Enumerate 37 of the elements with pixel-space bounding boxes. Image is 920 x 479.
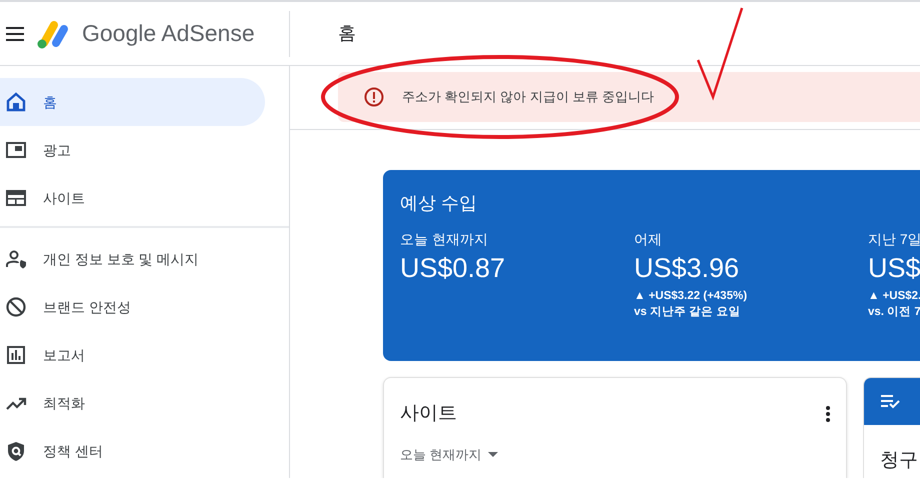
logo-icon — [36, 18, 70, 48]
sidebar-item[interactable]: 정책 센터 — [0, 427, 265, 475]
change-text: ▲ +US$3.22 (+435%) — [634, 288, 748, 304]
product-name: Google AdSense — [82, 19, 255, 48]
metric-label: 오늘 현재까지 — [400, 230, 489, 249]
page-title: 홈 — [338, 22, 356, 45]
person-shield-icon — [5, 248, 27, 270]
sidebar-item[interactable]: 개인 정보 보호 및 메시지 — [0, 235, 265, 283]
bar-chart-icon — [5, 344, 27, 366]
menu-icon[interactable] — [6, 26, 24, 40]
alert-message: 주소가 확인되지 않아 지급이 보류 중입니다 — [402, 88, 654, 106]
comparison-text: vs. 이전 7 — [868, 304, 920, 320]
sidebar-item[interactable]: 사이트 — [0, 174, 265, 222]
metric-value: US$3.96 — [634, 252, 740, 285]
card-title: 사이트 — [400, 402, 457, 426]
metric-label: 어제 — [634, 230, 663, 249]
date-range-dropdown[interactable]: 오늘 현재까지 — [400, 444, 498, 464]
sidebar-item[interactable]: 광고 — [0, 126, 265, 174]
ad-icon — [5, 139, 27, 161]
shield-search-icon — [5, 440, 27, 462]
more-icon[interactable] — [826, 406, 830, 422]
card-title: 예상 수입 — [400, 192, 478, 215]
sidebar-item[interactable]: 브랜드 안전성 — [0, 283, 265, 331]
sidebar-item[interactable]: 보고서 — [0, 331, 265, 379]
sidebar-item[interactable]: 최적화 — [0, 379, 265, 427]
metric-label: 지난 7일 — [868, 230, 920, 249]
home-icon — [5, 91, 27, 113]
comparison-text: vs 지난주 같은 요일 — [634, 304, 742, 320]
metric-value: US$0.87 — [400, 252, 506, 285]
error-icon — [364, 87, 384, 107]
checklist-icon — [881, 394, 901, 408]
sidebar-item[interactable]: 홈 — [0, 78, 265, 126]
card-title: 청구 — [880, 450, 918, 471]
browser-window-icon — [5, 187, 27, 209]
metric-value: US$ — [868, 252, 920, 285]
block-icon — [5, 296, 27, 318]
caret-icon — [488, 452, 498, 457]
